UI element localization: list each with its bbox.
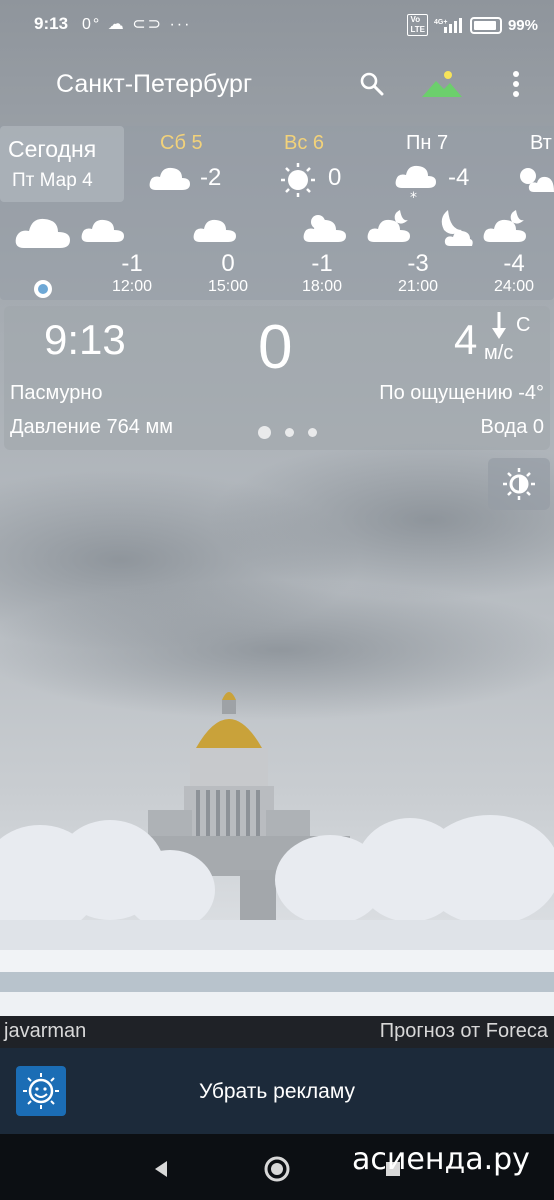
search-icon [360, 72, 384, 96]
status-time: 9:13 [34, 14, 69, 33]
svg-text:4G+: 4G+ [434, 19, 447, 26]
svg-text:*: * [410, 190, 417, 202]
forecast-source[interactable]: Прогноз от Foreca [380, 1020, 548, 1043]
day-name: Вт [530, 132, 552, 154]
day-tue[interactable]: Вт [514, 132, 554, 202]
theme-toggle-button[interactable] [488, 458, 550, 510]
snow-cloud-icon: * [395, 165, 436, 202]
hour-time: 21:00 [397, 278, 439, 295]
night-cloudy-icon [367, 210, 410, 242]
page-dot [285, 428, 294, 437]
hour-temp: 0 [221, 250, 235, 277]
signal-icon: 4G+ [434, 18, 462, 33]
hour-temp: -1 [121, 250, 143, 277]
hour-time: 12:00 [111, 278, 153, 295]
wind-arrow-icon [492, 312, 506, 339]
sun-moon-icon [503, 468, 535, 500]
feels-like: По ощущению -4° [379, 382, 544, 404]
wind-direction: С [516, 314, 531, 336]
day-name: Вс 6 [284, 132, 325, 154]
home-circle-icon [264, 1156, 290, 1182]
day-temp: -2 [200, 164, 222, 191]
hour-temp: -4 [503, 250, 525, 277]
today-date: Пт Мар 4 [12, 170, 93, 191]
day-name: Пн 7 [406, 132, 449, 154]
page-dot-active [258, 426, 271, 439]
partly-cloudy-icon [303, 215, 346, 242]
current-time: 9:13 [44, 316, 126, 363]
water-temp: Вода 0 [480, 416, 545, 438]
hour-temp: -1 [311, 250, 333, 277]
current-temperature: 0 [258, 313, 293, 382]
day-today[interactable]: Сегодня Пт Мар 4 [0, 126, 124, 202]
cloudy-icon [81, 219, 124, 242]
current-conditions-card[interactable]: 9:13 0 4 С м/с Пасмурно По ощущению -4° … [4, 306, 550, 450]
page-indicator [258, 426, 317, 439]
battery-percent: 99% [507, 16, 538, 34]
hour-temp: -3 [407, 250, 429, 277]
remove-ads-label: Убрать рекламу [198, 1080, 356, 1103]
day-name: Сб 5 [160, 132, 203, 154]
pressure: Давление 764 мм [10, 416, 173, 438]
more-vert-icon [513, 71, 519, 97]
city-title[interactable]: Санкт-Петербург [56, 70, 252, 99]
app-toolbar: Санкт-Петербург [0, 48, 554, 124]
background-picker-button[interactable] [420, 62, 464, 106]
page-dot [308, 428, 317, 437]
remove-ads-banner[interactable]: Убрать рекламу [0, 1048, 554, 1134]
landscape-icon [422, 71, 462, 97]
hour-time: 18:00 [301, 278, 343, 295]
daily-forecast-strip: Сегодня Пт Мар 4 Сб 5 -2 Вс 6 0 Пн 7 * -… [0, 126, 554, 204]
day-temp: 0 [328, 164, 342, 191]
cloudy-icon [193, 219, 236, 242]
back-button[interactable] [144, 1152, 178, 1186]
home-button[interactable] [260, 1152, 294, 1186]
status-bar: 9:13 0° ☁ ⊂⊃ ··· Vo LTE 4G+ 99% [0, 0, 554, 48]
watermark: асиенда.ру [352, 1142, 530, 1177]
photo-author[interactable]: javarman [4, 1020, 86, 1043]
search-button[interactable] [350, 62, 394, 106]
temperature-notification: 0° [82, 16, 102, 33]
hourly-forecast-strip: -1 12:00 0 15:00 -1 18:00 -3 21:00 -4 24… [0, 204, 554, 300]
credits-bar: javarman Прогноз от Foreca [0, 1016, 554, 1048]
status-right-icons: Vo LTE 4G+ 99% [407, 14, 538, 36]
cloudy-icon [15, 218, 70, 248]
night-cloudy-icon [441, 210, 473, 246]
hour-time: 24:00 [493, 278, 535, 295]
day-sun[interactable]: Вс 6 0 [280, 132, 390, 202]
sun-icon [281, 163, 315, 197]
wind-unit: м/с [484, 342, 514, 364]
back-triangle-icon [155, 1161, 167, 1177]
cloudy-icon [149, 167, 190, 190]
day-sat[interactable]: Сб 5 -2 [148, 132, 258, 202]
battery-icon [469, 16, 502, 34]
today-label: Сегодня [8, 136, 97, 162]
wind-speed: 4 [454, 316, 478, 363]
volte-icon: Vo LTE [407, 14, 428, 36]
current-hour-indicator [34, 280, 52, 298]
condition-text: Пасмурно [10, 382, 103, 404]
day-temp: -4 [448, 164, 470, 191]
day-mon[interactable]: Пн 7 * -4 [394, 132, 504, 202]
hour-time: 15:00 [207, 278, 249, 295]
overflow-menu-button[interactable] [494, 62, 538, 106]
status-notification-icons: 0° ☁ ⊂⊃ ··· [82, 16, 192, 33]
partly-cloudy-icon [520, 168, 554, 192]
night-cloudy-icon [483, 210, 526, 242]
